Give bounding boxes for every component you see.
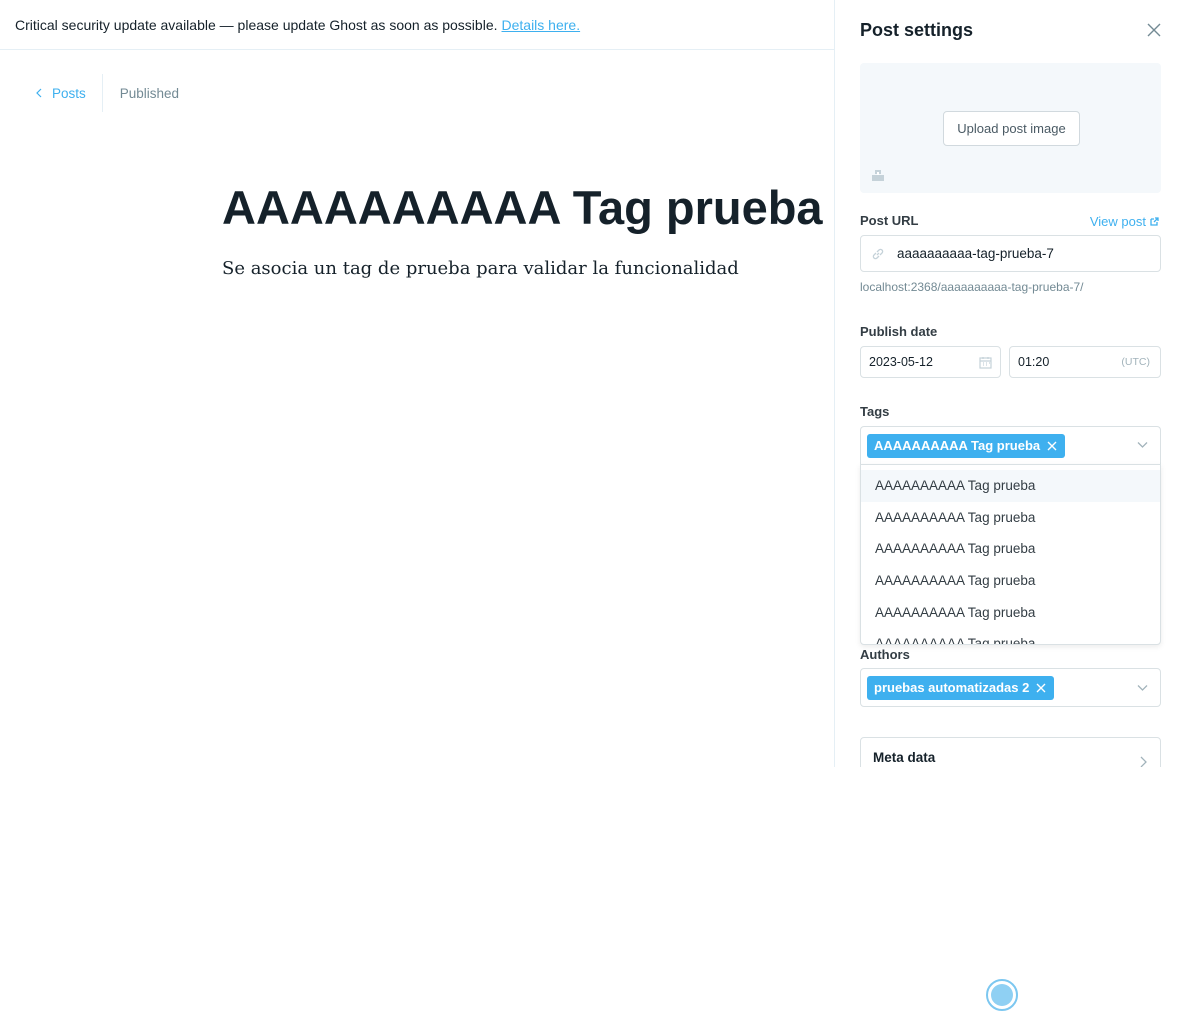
chevron-down-icon[interactable] bbox=[1137, 441, 1148, 449]
link-icon bbox=[872, 248, 884, 259]
back-to-posts-link[interactable]: Posts bbox=[34, 74, 103, 112]
post-status: Published bbox=[119, 85, 180, 101]
remove-author-icon[interactable] bbox=[1036, 683, 1046, 693]
post-body[interactable]: Se asocia un tag de prueba para validar … bbox=[222, 258, 739, 279]
tags-label: Tags bbox=[860, 404, 890, 419]
tag-option[interactable]: AAAAAAAAAA Tag prueba bbox=[861, 470, 1160, 502]
tags-input[interactable]: AAAAAAAAAA Tag prueba bbox=[860, 426, 1161, 464]
meta-data-row[interactable]: Meta data bbox=[860, 737, 1161, 767]
post-url-input[interactable]: aaaaaaaaaa-tag-prueba-7 bbox=[860, 235, 1161, 272]
publish-date-label: Publish date bbox=[860, 324, 938, 339]
publish-date-value: 2023-05-12 bbox=[869, 355, 933, 369]
timezone-label: (UTC) bbox=[1121, 356, 1150, 368]
remove-tag-icon[interactable] bbox=[1047, 441, 1057, 451]
tag-chip: AAAAAAAAAA Tag prueba bbox=[867, 433, 1066, 458]
editor-header: Posts Published bbox=[34, 74, 179, 112]
tag-option[interactable]: AAAAAAAAAA Tag prueba bbox=[861, 596, 1160, 628]
post-url-value: aaaaaaaaaa-tag-prueba-7 bbox=[897, 246, 1054, 261]
post-title[interactable]: AAAAAAAAAA Tag prueba bbox=[222, 180, 823, 235]
view-post-label: View post bbox=[1089, 214, 1146, 229]
tag-chip-label: AAAAAAAAAA Tag prueba bbox=[874, 438, 1041, 453]
tags-dropdown: AAAAAAAAAA Tag prueba AAAAAAAAAA Tag pru… bbox=[860, 464, 1161, 645]
tag-option[interactable]: AAAAAAAAAA Tag prueba bbox=[861, 533, 1160, 565]
calendar-icon bbox=[979, 356, 992, 369]
chevron-left-icon bbox=[36, 88, 42, 98]
tag-option[interactable]: AAAAAAAAAA Tag prueba bbox=[861, 628, 1160, 644]
post-image-dropzone[interactable]: Upload post image bbox=[860, 63, 1161, 193]
external-link-icon bbox=[1150, 217, 1159, 226]
panel-title: Post settings bbox=[860, 20, 974, 40]
publish-time-input[interactable]: 01:20 (UTC) bbox=[1009, 346, 1161, 378]
chevron-down-icon[interactable] bbox=[1137, 684, 1148, 692]
tag-option[interactable]: AAAAAAAAAA Tag prueba bbox=[861, 502, 1160, 534]
app: Critical security update available — ple… bbox=[0, 0, 1184, 1020]
banner-message: Critical security update available — ple… bbox=[15, 16, 498, 33]
upload-post-image-button[interactable]: Upload post image bbox=[943, 111, 1080, 146]
post-url-label: Post URL bbox=[860, 213, 919, 228]
back-link-label: Posts bbox=[52, 85, 86, 101]
publish-date-input[interactable]: 2023-05-12 bbox=[860, 346, 1001, 378]
banner-details-link[interactable]: Details here. bbox=[502, 17, 581, 33]
close-icon[interactable] bbox=[1146, 22, 1162, 38]
authors-input[interactable]: pruebas automatizadas 2 bbox=[860, 668, 1161, 707]
help-beacon-icon[interactable] bbox=[986, 979, 1018, 1011]
publish-time-value: 01:20 bbox=[1018, 355, 1050, 369]
view-post-link[interactable]: View post bbox=[1090, 214, 1159, 229]
post-settings-panel: Post settings Upload post image Post URL… bbox=[834, 0, 1184, 767]
authors-label: Authors bbox=[860, 647, 910, 662]
update-banner: Critical security update available — ple… bbox=[0, 0, 834, 50]
author-chip: pruebas automatizadas 2 bbox=[867, 675, 1055, 700]
image-placeholder-icon bbox=[872, 170, 884, 181]
author-chip-label: pruebas automatizadas 2 bbox=[874, 680, 1030, 695]
chevron-right-icon bbox=[1140, 756, 1147, 767]
tag-option[interactable]: AAAAAAAAAA Tag prueba bbox=[861, 565, 1160, 597]
post-url-hint: localhost:2368/aaaaaaaaaa-tag-prueba-7/ bbox=[860, 280, 1084, 294]
meta-data-label: Meta data bbox=[873, 750, 936, 765]
